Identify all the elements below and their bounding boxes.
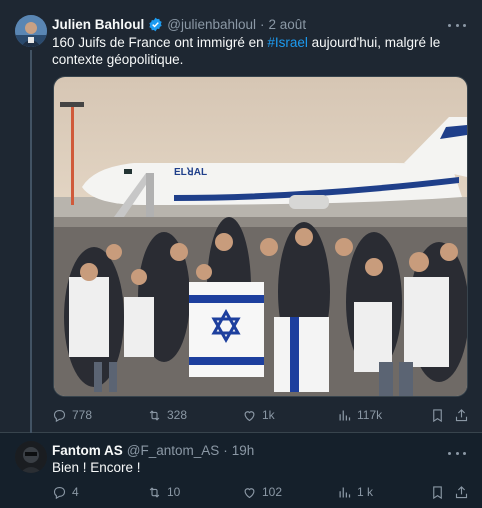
- reply-views-button[interactable]: 1 k: [337, 485, 373, 500]
- views-icon: [339, 487, 351, 497]
- reply-like-button[interactable]: 102: [242, 485, 282, 500]
- reply-icon: [53, 409, 66, 422]
- reply-bookmark-button[interactable]: [430, 485, 445, 500]
- like-count: 1k: [262, 408, 275, 422]
- author-avatar[interactable]: [15, 15, 47, 47]
- reply-author-handle[interactable]: @F_antom_AS: [127, 443, 220, 458]
- reply-count: 778: [72, 408, 93, 422]
- like-icon: [244, 487, 255, 498]
- author-name[interactable]: Julien Bahloul: [52, 17, 144, 32]
- tweet-text: 160 Juifs de France ont immigré en #Isra…: [52, 34, 468, 68]
- photo-airline-text: ELꓤAL: [174, 167, 207, 178]
- reply-separator-dot: ·: [223, 442, 228, 458]
- reply-header: Fantom AS @F_antom_AS · 19h: [52, 441, 452, 459]
- bookmark-icon: [433, 408, 442, 422]
- reply-icon: [53, 486, 66, 499]
- share-icon: [455, 485, 468, 498]
- reply-retweet-button[interactable]: 10: [147, 485, 180, 500]
- retweet-count: 328: [167, 408, 188, 422]
- hashtag-link[interactable]: #Israel: [267, 35, 308, 50]
- reply-author-name[interactable]: Fantom AS: [52, 443, 123, 458]
- verified-badge-icon: [148, 17, 163, 32]
- like-icon: [244, 410, 255, 421]
- view-count: 117k: [357, 408, 383, 422]
- thread-line: [30, 50, 32, 433]
- like-button[interactable]: 1k: [242, 408, 275, 423]
- tweet-actions: 778 328 1k 117k: [52, 405, 470, 425]
- retweet-button[interactable]: 328: [147, 408, 187, 423]
- bookmark-button[interactable]: [430, 408, 445, 423]
- tweet-header: Julien Bahloul @julienbahloul · 2 août: [52, 14, 470, 34]
- reply-actions: 4 10 102 1 k: [52, 482, 470, 502]
- tweet-time[interactable]: 2 août: [269, 17, 307, 32]
- separator-dot: ·: [260, 16, 265, 32]
- author-handle[interactable]: @julienbahloul: [167, 17, 256, 32]
- more-icon[interactable]: [448, 17, 466, 33]
- bookmark-icon: [433, 485, 442, 499]
- reply-button[interactable]: 778: [52, 408, 92, 423]
- reply-retweet-count: 10: [167, 485, 181, 499]
- views-icon: [339, 410, 351, 420]
- reply-time[interactable]: 19h: [232, 443, 255, 458]
- reply-reply-count: 4: [72, 485, 79, 499]
- main-tweet[interactable]: Julien Bahloul @julienbahloul · 2 août 1…: [0, 0, 482, 433]
- reply-like-count: 102: [262, 485, 283, 499]
- reply-author-avatar[interactable]: [15, 441, 47, 473]
- reply-more-icon[interactable]: [448, 445, 466, 461]
- share-icon: [455, 408, 468, 421]
- retweet-icon: [149, 486, 160, 498]
- retweet-icon: [149, 409, 160, 421]
- tweet-photo[interactable]: ELꓤAL: [53, 76, 468, 397]
- reply-view-count: 1 k: [357, 485, 374, 499]
- reply-reply-button[interactable]: 4: [52, 485, 79, 500]
- share-button[interactable]: [454, 408, 469, 423]
- tweet-text-start: 160 Juifs de France ont immigré en: [52, 35, 268, 50]
- reply-text: Bien ! Encore !: [52, 460, 141, 475]
- reply-share-button[interactable]: [454, 485, 469, 500]
- views-button[interactable]: 117k: [337, 408, 382, 423]
